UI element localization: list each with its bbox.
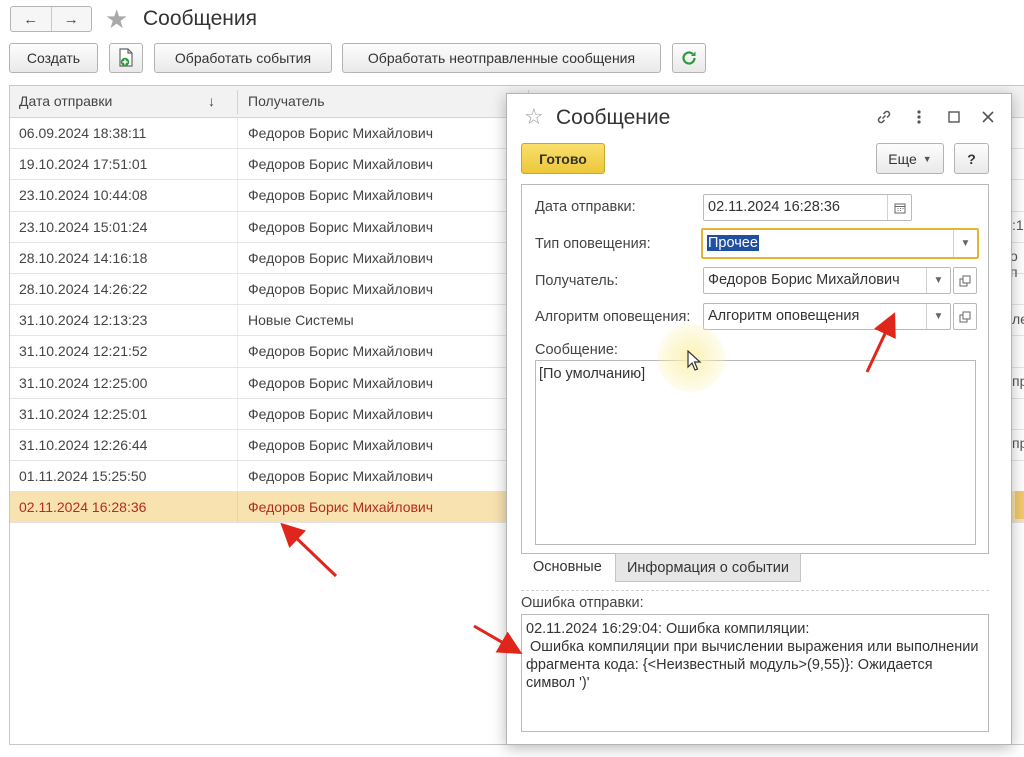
annotation-arrow-row [280,522,338,578]
annotation-arrow-algorithm [865,312,896,373]
annotation-arrow-error [473,624,523,655]
annotation-arrows [280,312,896,655]
